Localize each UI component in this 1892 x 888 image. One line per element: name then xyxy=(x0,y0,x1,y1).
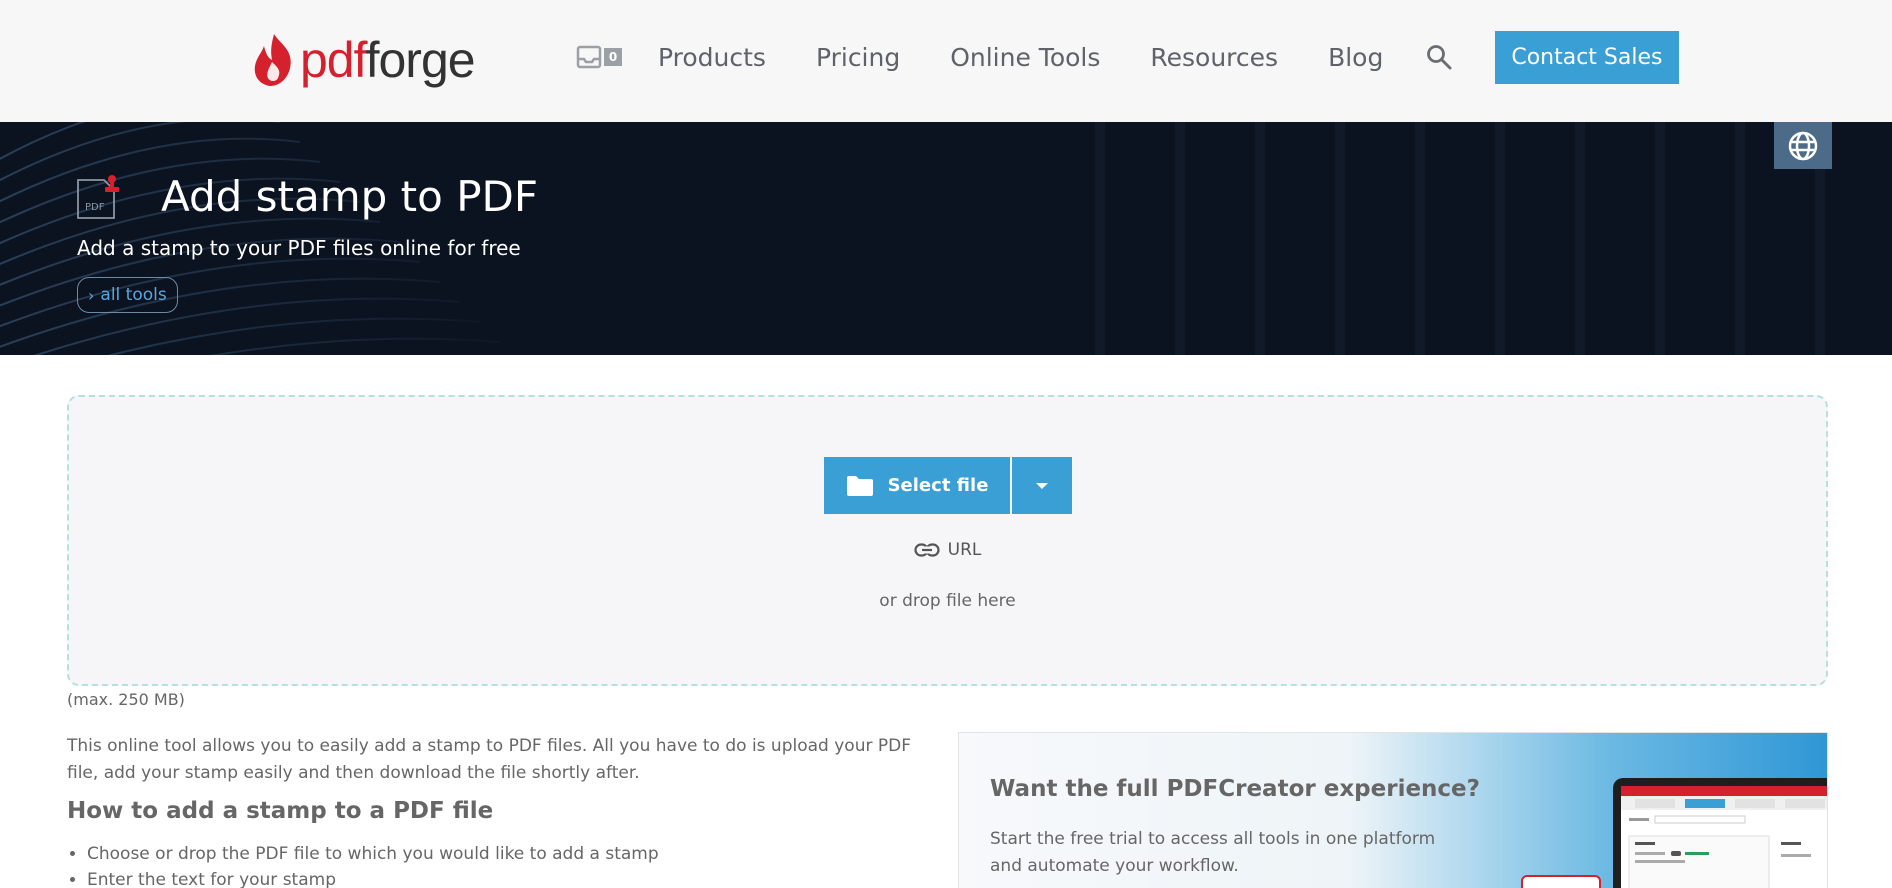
hero-banner: PDF Add stamp to PDF Add a stamp to your… xyxy=(0,122,1892,355)
logo-pdf-text: pdf xyxy=(300,32,367,88)
url-upload-link[interactable]: URL xyxy=(69,540,1826,560)
pdfforge-logo[interactable]: pdfforge xyxy=(250,30,476,90)
promo-text: Start the free trial to access all tools… xyxy=(990,829,1436,876)
tool-description: This online tool allows you to easily ad… xyxy=(67,736,911,783)
chevron-right-icon: › xyxy=(88,285,95,305)
caret-down-icon xyxy=(1036,482,1048,489)
inbox-count-badge: 0 xyxy=(604,48,622,66)
flame-icon xyxy=(254,34,291,86)
contact-sales-button[interactable]: Contact Sales xyxy=(1495,30,1679,84)
select-file-button[interactable]: Select file xyxy=(824,457,1010,514)
inbox-button[interactable]: 0 xyxy=(576,45,622,69)
promo-title: Want the full PDFCreator experience? xyxy=(990,776,1480,802)
site-header: pdfforge 0 Products Pricing Online Tools… xyxy=(0,0,1892,122)
inbox-icon xyxy=(576,45,602,69)
page-subtitle: Add a stamp to your PDF files online for… xyxy=(77,236,521,260)
how-to-heading: How to add a stamp to a PDF file xyxy=(67,798,494,824)
nav-resources[interactable]: Resources xyxy=(1150,43,1278,72)
max-file-size: (max. 250 MB) xyxy=(67,690,185,709)
select-file-group: Select file xyxy=(824,457,1072,514)
app-titlebar-image xyxy=(1621,786,1827,796)
logo-text: pdfforge xyxy=(300,32,476,88)
drop-hint-text: or drop file here xyxy=(879,591,1016,611)
all-tools-link[interactable]: › all tools xyxy=(77,277,178,313)
list-item: Choose or drop the PDF file to which you… xyxy=(87,841,659,867)
logo-forge-text: forge xyxy=(365,32,476,88)
url-label: URL xyxy=(947,540,982,560)
stamp-preview-image xyxy=(1521,875,1601,888)
laptop-screen-image xyxy=(1621,786,1827,888)
nav-products[interactable]: Products xyxy=(658,43,766,72)
pdf-icon-label: PDF xyxy=(85,202,105,213)
page-title: Add stamp to PDF xyxy=(161,172,539,221)
select-source-dropdown[interactable] xyxy=(1011,457,1072,514)
how-to-steps: Choose or drop the PDF file to which you… xyxy=(87,841,659,888)
pdfcreator-screenshot xyxy=(1613,778,1827,888)
app-window-image xyxy=(1621,796,1827,888)
select-file-label: Select file xyxy=(887,475,989,496)
main-nav: 0 Products Pricing Online Tools Resource… xyxy=(576,28,1679,86)
all-tools-label: all tools xyxy=(100,285,167,305)
file-drop-zone[interactable]: Select file URL or drop file here xyxy=(67,395,1828,686)
link-icon xyxy=(914,543,940,557)
nav-pricing[interactable]: Pricing xyxy=(816,43,900,72)
language-button[interactable] xyxy=(1774,122,1832,169)
list-item: Enter the text for your stamp xyxy=(87,867,659,888)
globe-icon xyxy=(1788,131,1818,160)
pdfcreator-promo[interactable]: Want the full PDFCreator experience? Sta… xyxy=(958,732,1828,888)
search-icon[interactable] xyxy=(1425,43,1453,71)
folder-icon xyxy=(846,475,873,496)
pdf-stamp-icon: PDF xyxy=(76,174,122,222)
nav-online-tools[interactable]: Online Tools xyxy=(950,43,1100,72)
nav-blog[interactable]: Blog xyxy=(1328,43,1383,72)
